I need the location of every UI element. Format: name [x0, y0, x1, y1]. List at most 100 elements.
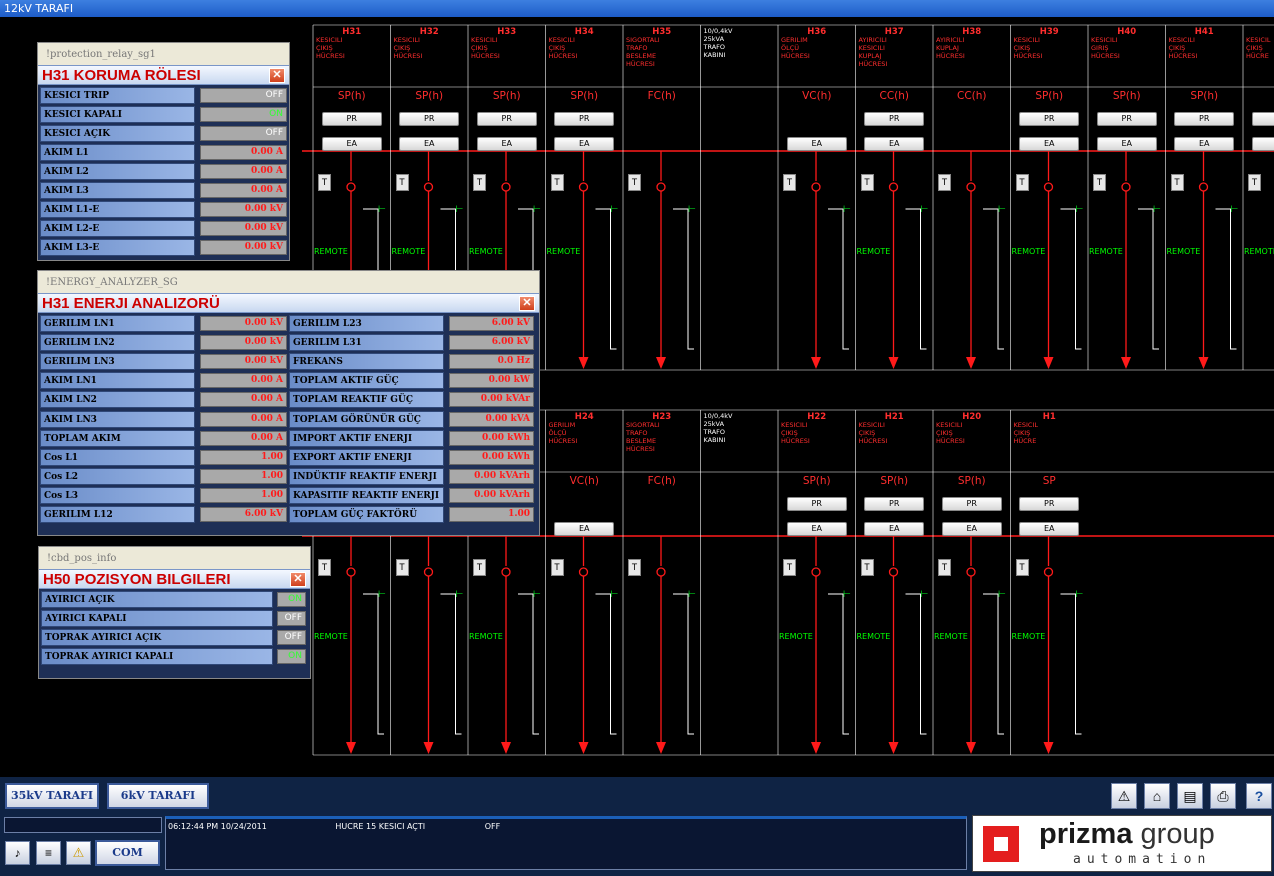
test-button[interactable]: T	[550, 174, 564, 191]
row-value: 1.00	[449, 507, 534, 522]
breaker-symbol	[423, 567, 434, 577]
test-button[interactable]: T	[783, 174, 796, 191]
cell-description-line: TRAFO	[625, 429, 648, 437]
report-icon[interactable]: ▤	[1177, 783, 1203, 809]
alarm-ack-icon[interactable]: ≡	[36, 841, 61, 865]
ea-button[interactable]: EA	[554, 137, 615, 151]
test-button[interactable]: T	[938, 174, 951, 191]
pr-button[interactable]: PR	[864, 112, 925, 126]
info-row: TOPLAM AKTIF GÜÇ 0.00 kW	[289, 371, 534, 390]
cell-description-line: KABINI	[704, 436, 726, 444]
test-button[interactable]: T	[1015, 174, 1029, 191]
test-button[interactable]: T	[395, 559, 409, 576]
test-button[interactable]: T	[628, 174, 641, 191]
ea-button[interactable]: EA	[1019, 522, 1080, 536]
remote-label: REMOTE	[314, 632, 348, 641]
close-icon[interactable]: ✕	[269, 68, 285, 83]
test-button[interactable]: T	[318, 559, 331, 576]
test-button[interactable]: T	[473, 559, 486, 576]
pr-button[interactable]: PR	[554, 112, 615, 126]
ea-button[interactable]: EA	[864, 522, 925, 536]
alarm-screen-icon[interactable]: ⚠	[1111, 783, 1137, 809]
test-button[interactable]: T	[938, 559, 951, 576]
pr-button[interactable]: PR	[399, 112, 460, 126]
test-button[interactable]: T	[783, 559, 796, 576]
alarm-row[interactable]: 06:12:44 PM 10/24/2011 HUCRE 15 KESICI A…	[168, 822, 500, 831]
cell-type: VC(h)	[570, 475, 599, 487]
cell-description: GERILIM ÖLÇÜ HÜCRESI	[781, 36, 810, 60]
row-label: Cos L1	[40, 448, 195, 466]
pr-button[interactable]: PR	[1019, 497, 1080, 511]
home-icon[interactable]: ⌂	[1144, 783, 1170, 809]
remote-label: REMOTE	[856, 632, 891, 641]
ea-button[interactable]: EA	[554, 522, 615, 536]
nav-6kv-button[interactable]: 6kV TARAFI	[107, 783, 209, 809]
cell-description: KESICILIÇIKIŞHÜCRESI	[781, 421, 810, 445]
ea-button[interactable]: EA	[1174, 137, 1235, 151]
pr-button[interactable]: PR	[786, 497, 847, 511]
help-icon[interactable]: ?	[1246, 783, 1272, 809]
cell-type: SP(h)	[1113, 90, 1141, 102]
ea-button[interactable]: EA	[321, 137, 382, 151]
ea-button[interactable]: EA	[864, 137, 925, 151]
ea-button[interactable]: EA	[1096, 137, 1157, 151]
pr-button[interactable]: PR	[1019, 112, 1080, 126]
test-button[interactable]: T	[1248, 174, 1261, 191]
info-row: EXPORT AKTIF ENERJI 0.00 kWh	[289, 448, 534, 467]
ea-button[interactable]: EA	[786, 137, 847, 151]
cell-description-line: ÖLÇÜ	[549, 428, 567, 437]
test-button[interactable]: T	[1015, 559, 1029, 576]
popup-header[interactable]: !cbd_pos_info	[39, 547, 310, 569]
pr-button[interactable]: PR	[1251, 112, 1274, 126]
test-button[interactable]: T	[318, 174, 331, 191]
test-button[interactable]: T	[1170, 174, 1184, 191]
row-value: ON	[277, 592, 306, 607]
pr-button[interactable]: PR	[1096, 112, 1157, 126]
position-info-popup[interactable]: !cbd_pos_info H50 POZISYON BILGILERI ✕ A…	[38, 546, 311, 679]
feeder-arrow	[578, 357, 589, 369]
print-icon[interactable]: ⎙	[1210, 783, 1236, 809]
cell-id: H40	[1117, 27, 1136, 37]
cell-type: FC(h)	[648, 475, 676, 487]
pr-button[interactable]: PR	[864, 497, 925, 511]
test-button[interactable]: T	[860, 559, 874, 576]
com-button[interactable]: COM	[95, 840, 160, 866]
ea-button[interactable]: EA	[399, 137, 460, 151]
cell-description-line: TRAFO	[703, 43, 726, 51]
close-icon[interactable]: ✕	[290, 572, 306, 587]
cell-type: FC(h)	[648, 90, 676, 102]
test-button[interactable]: T	[473, 174, 486, 191]
cell-description: AYIRICILIKESICILIKUPLAJHÜCRESI	[859, 36, 888, 68]
close-icon[interactable]: ✕	[519, 296, 535, 311]
breaker-symbol	[501, 182, 511, 192]
ea-button[interactable]: EA	[476, 137, 537, 151]
ea-button[interactable]: EA	[786, 522, 847, 536]
row-label: GERILIM L31	[289, 334, 444, 352]
alarm-list-icon[interactable]: ♪	[5, 841, 30, 865]
pr-button[interactable]: PR	[941, 497, 1002, 511]
feeder-arrow	[346, 742, 356, 754]
energy-analyzer-popup[interactable]: !ENERGY_ANALYZER_SG H31 ENERJI ANALIZORÜ…	[37, 270, 540, 536]
ea-button[interactable]: EA	[941, 522, 1002, 536]
protection-relay-popup[interactable]: !protection_relay_sg1 H31 KORUMA RÖLESI …	[37, 42, 290, 261]
cell-description-line: ÇIKIŞ	[394, 44, 411, 52]
ea-button[interactable]: EA	[1251, 137, 1274, 151]
test-button[interactable]: T	[550, 559, 564, 576]
pr-button[interactable]: PR	[321, 112, 382, 126]
test-button[interactable]: T	[860, 174, 874, 191]
test-button[interactable]: T	[395, 174, 409, 191]
test-button[interactable]: T	[628, 559, 641, 576]
cell-description-line: TRAFO	[625, 44, 648, 52]
breaker-symbol	[656, 182, 666, 192]
nav-35kv-button[interactable]: 35kV TARAFI	[5, 783, 99, 809]
warning-icon[interactable]: ⚠	[66, 841, 91, 865]
popup-header[interactable]: !protection_relay_sg1	[38, 43, 289, 65]
row-value: 1.00	[200, 487, 287, 503]
test-button[interactable]: T	[1093, 174, 1106, 191]
ea-button[interactable]: EA	[1019, 137, 1080, 151]
earth-symbol: ⊢	[998, 589, 1006, 599]
pr-button[interactable]: PR	[1174, 112, 1235, 126]
cell-description-line: HÜCRESI	[626, 444, 655, 453]
popup-header[interactable]: !ENERGY_ANALYZER_SG	[38, 271, 539, 293]
pr-button[interactable]: PR	[476, 112, 537, 126]
